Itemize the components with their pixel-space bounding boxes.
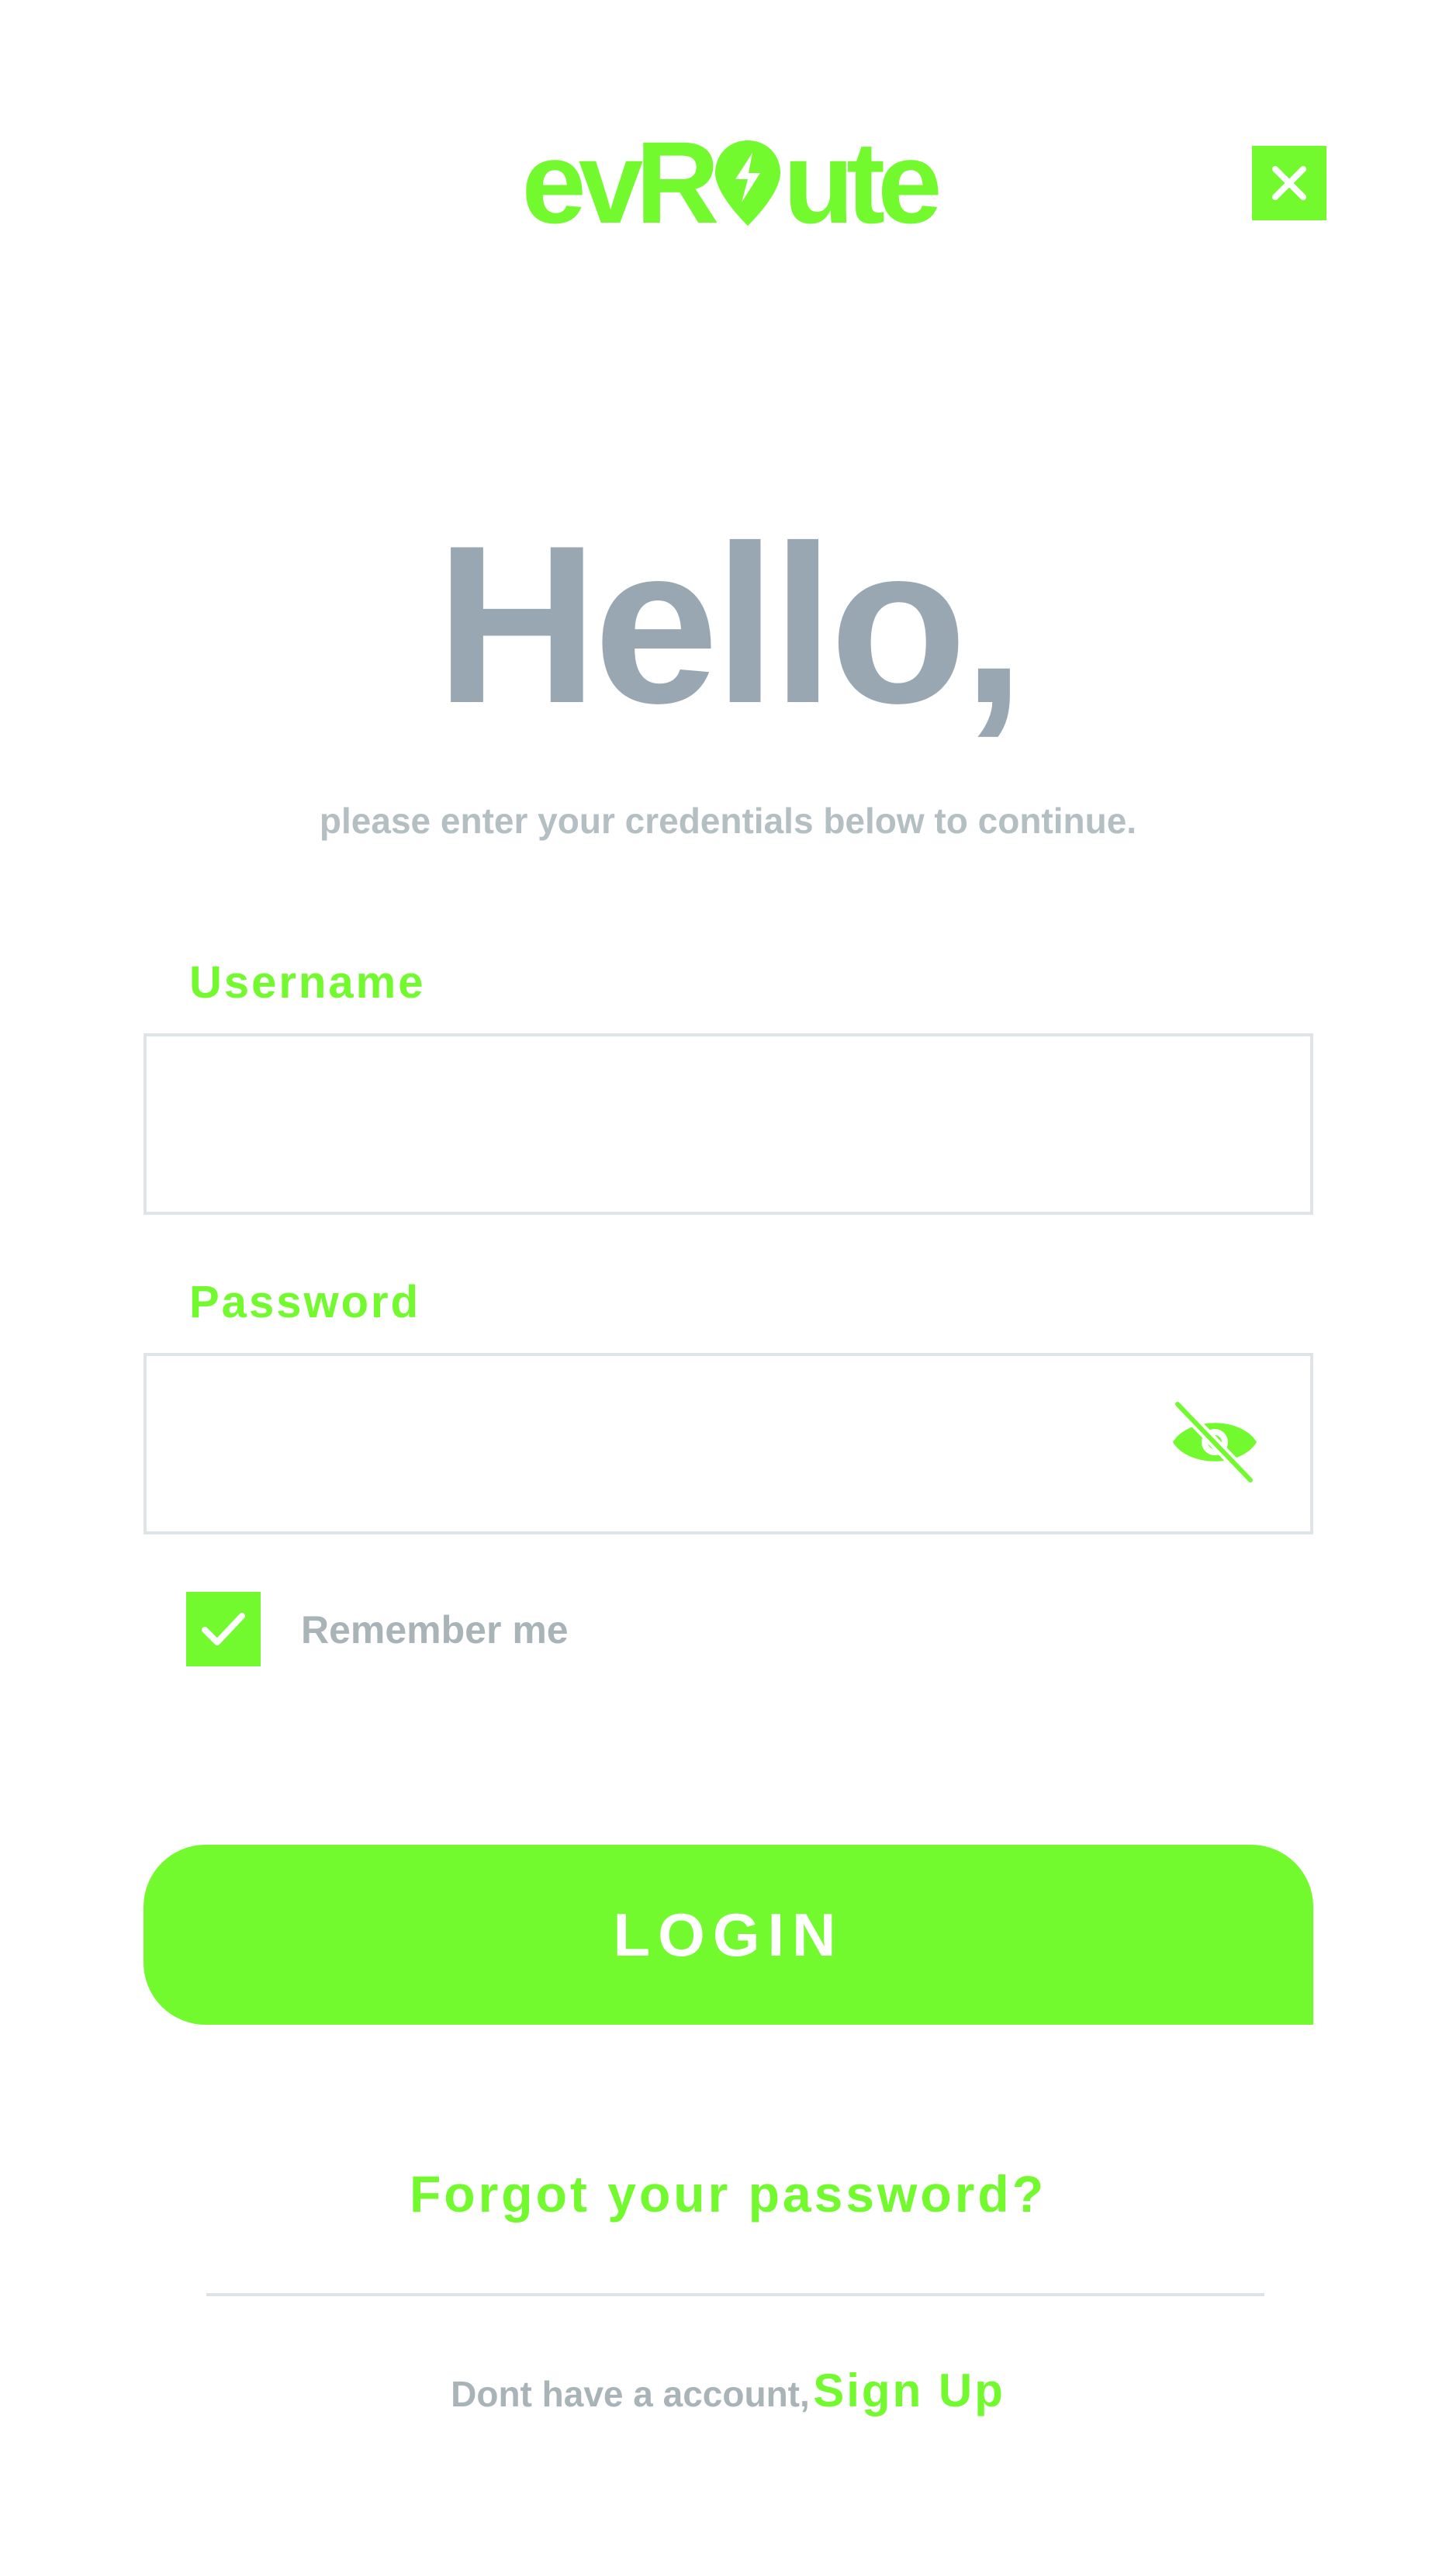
signup-link[interactable]: Sign Up bbox=[813, 2365, 1005, 2416]
close-icon bbox=[1272, 166, 1306, 200]
username-input[interactable] bbox=[147, 1036, 1217, 1212]
logo-pin-bolt-icon bbox=[712, 124, 783, 240]
username-label: Username bbox=[189, 957, 426, 1008]
remember-me-label: Remember me bbox=[301, 1608, 569, 1652]
password-label: Password bbox=[189, 1277, 420, 1327]
signup-row: Dont have a account, Sign Up bbox=[0, 2360, 1456, 2422]
login-button[interactable]: LOGIN bbox=[144, 1845, 1313, 2025]
username-field-box bbox=[144, 1033, 1313, 1215]
divider bbox=[206, 2293, 1264, 2296]
checkmark-icon bbox=[202, 1613, 245, 1645]
logo-text-start: evR bbox=[521, 117, 719, 247]
greeting-subtitle: please enter your credentials below to c… bbox=[319, 801, 1137, 841]
remember-me-checkbox[interactable] bbox=[186, 1592, 261, 1666]
password-input[interactable] bbox=[147, 1356, 1217, 1531]
greeting-title: Hello, bbox=[435, 499, 1025, 750]
password-visibility-toggle[interactable] bbox=[1170, 1399, 1260, 1486]
password-field-box bbox=[144, 1353, 1313, 1534]
close-button[interactable] bbox=[1252, 146, 1326, 220]
forgot-password-link[interactable]: Forgot your password? bbox=[0, 2163, 1456, 2225]
logo-text-end: ute bbox=[783, 117, 942, 247]
login-button-label: LOGIN bbox=[613, 1900, 844, 1969]
evroute-logo: evR ute bbox=[0, 124, 1456, 240]
signup-prompt: Dont have a account, bbox=[451, 2374, 810, 2414]
eye-slash-icon bbox=[1172, 1399, 1257, 1486]
